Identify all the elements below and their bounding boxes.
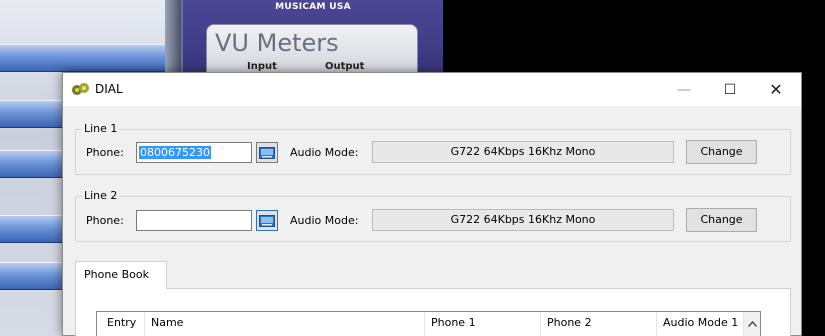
line2-phone-label: Phone: xyxy=(86,214,124,227)
phone-book-list[interactable]: Entry Name Phone 1 Phone 2 Audio Mode 1 xyxy=(96,311,761,336)
line1-audio-mode-value: G722 64Kbps 16Khz Mono xyxy=(372,141,674,163)
line1-group: Line 1 Phone: 0800675230 Audio Mode: G72… xyxy=(75,122,791,175)
maximize-button[interactable]: ☐ xyxy=(707,73,753,106)
line2-audio-mode-label: Audio Mode: xyxy=(290,214,359,227)
line1-phone-label: Phone: xyxy=(86,146,124,159)
vu-meter-panel: MUSICAM USA VU Meters Input Output xyxy=(181,0,443,84)
line1-keyboard-button[interactable] xyxy=(256,142,278,163)
phone-book-tab-control: Phone Book Entry Name Phone 1 Phone 2 Au… xyxy=(75,261,795,336)
dialog-titlebar[interactable]: DIAL — ☐ ✕ xyxy=(63,73,801,106)
line2-audio-mode-value: G722 64Kbps 16Khz Mono xyxy=(372,209,674,231)
line2-change-button[interactable]: Change xyxy=(686,208,757,232)
line1-change-button[interactable]: Change xyxy=(686,140,757,164)
close-button[interactable]: ✕ xyxy=(753,73,799,106)
minimize-button[interactable]: — xyxy=(661,73,707,106)
vu-output-label: Output xyxy=(325,61,365,72)
keyboard-icon xyxy=(259,146,275,159)
dial-app-icon xyxy=(72,83,89,95)
line1-group-label: Line 1 xyxy=(82,122,120,135)
dialog-title: DIAL xyxy=(95,82,123,96)
line2-keyboard-button[interactable] xyxy=(256,210,278,231)
line1-audio-mode-label: Audio Mode: xyxy=(290,146,359,159)
screen: MUSICAM USA VU Meters Input Output DIAL … xyxy=(0,0,825,336)
line2-group-label: Line 2 xyxy=(82,189,120,202)
vu-meter-title: VU Meters xyxy=(215,29,339,57)
column-header-audio-mode1[interactable]: Audio Mode 1 xyxy=(657,312,745,336)
line2-phone-input[interactable] xyxy=(136,210,252,231)
keyboard-icon xyxy=(259,214,275,227)
phone-book-panel: Entry Name Phone 1 Phone 2 Audio Mode 1 xyxy=(75,288,791,336)
scroll-up-button[interactable] xyxy=(743,312,760,336)
column-header-name[interactable]: Name xyxy=(145,312,425,336)
vu-input-label: Input xyxy=(247,61,277,72)
line1-phone-input[interactable]: 0800675230 xyxy=(136,142,252,163)
dial-dialog: DIAL — ☐ ✕ Line 1 Phone: 0800675230 Audi… xyxy=(62,72,802,336)
tab-phone-book[interactable]: Phone Book xyxy=(75,261,167,289)
brand-label: MUSICAM USA xyxy=(275,2,351,12)
column-header-phone2[interactable]: Phone 2 xyxy=(541,312,657,336)
line1-phone-value: 0800675230 xyxy=(139,146,211,159)
background-app-bar xyxy=(0,44,170,72)
line2-group: Line 2 Phone: Audio Mode: G722 64Kbps 16… xyxy=(75,189,791,242)
column-header-phone1[interactable]: Phone 1 xyxy=(425,312,541,336)
scroll-up-arrow-icon xyxy=(747,321,757,327)
column-header-entry[interactable]: Entry xyxy=(97,312,145,336)
